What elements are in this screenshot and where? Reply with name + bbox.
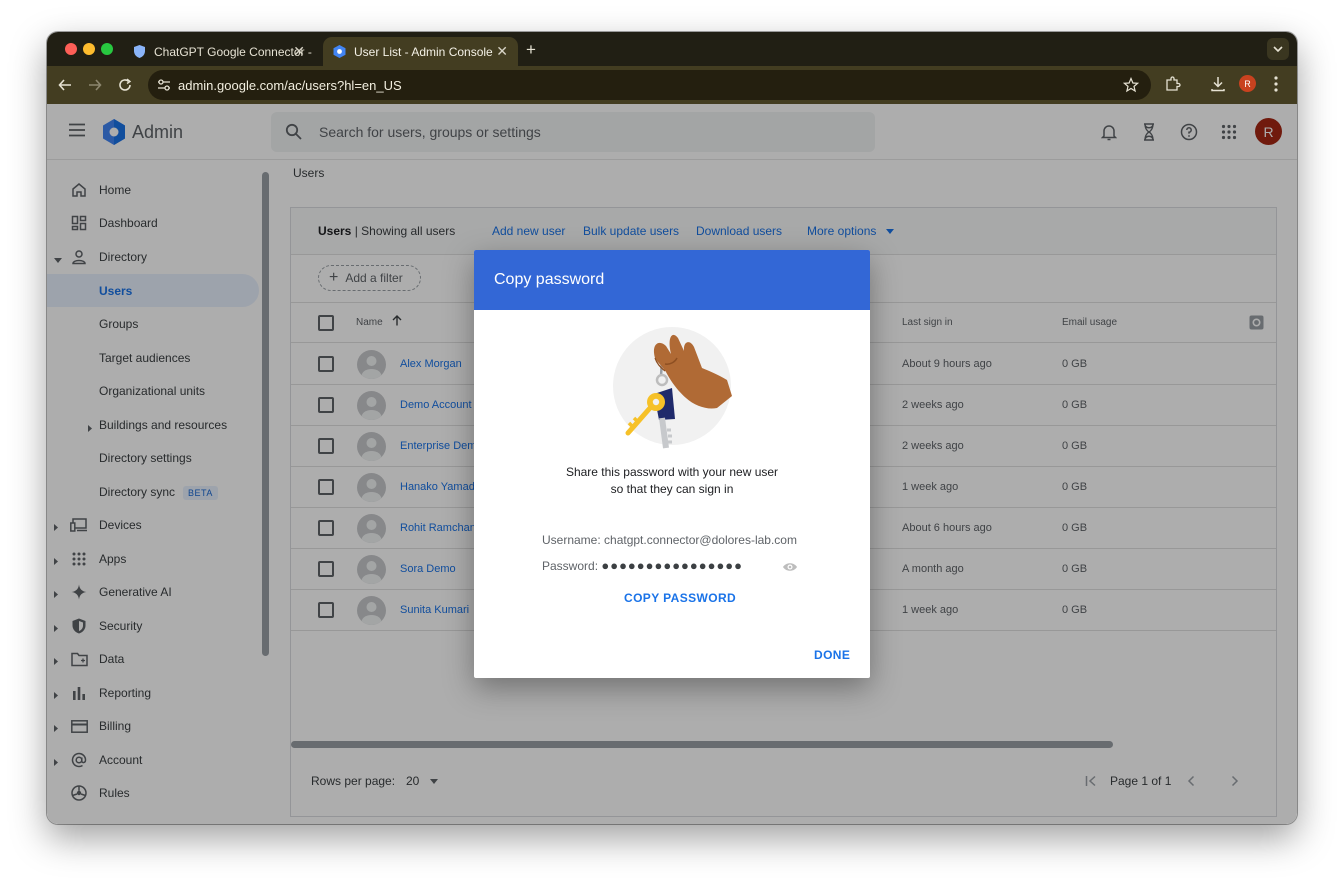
site-settings-icon[interactable]: [156, 77, 172, 98]
bookmark-star-icon[interactable]: [1122, 76, 1140, 98]
password-masked-value: ●●●●●●●●●●●●●●●●: [601, 558, 744, 573]
tab-search-button[interactable]: [1267, 38, 1289, 60]
close-window-button[interactable]: [65, 43, 77, 55]
arrow-left-icon: [58, 79, 71, 91]
url-text: admin.google.com/ac/users?hl=en_US: [178, 78, 402, 93]
username-row: Username: chatgpt.connector@dolores-lab.…: [542, 533, 797, 547]
tab-title: ChatGPT Google Connector -: [154, 44, 312, 59]
admin-logo-icon: [333, 45, 346, 58]
zoom-window-button[interactable]: [101, 43, 113, 55]
browser-window: ChatGPT Google Connector - ✕ User List -…: [47, 32, 1297, 824]
username-value: chatgpt.connector@dolores-lab.com: [604, 533, 797, 547]
copy-password-dialog: Copy password Share this password with y…: [474, 250, 870, 678]
tab-user-list[interactable]: User List - Admin Console ✕: [323, 37, 518, 66]
done-button[interactable]: DONE: [814, 648, 850, 662]
download-icon[interactable]: [1209, 75, 1227, 98]
profile-avatar[interactable]: R: [1239, 75, 1256, 92]
share-line-1: Share this password with your new user: [565, 465, 779, 479]
reload-icon: [119, 78, 132, 91]
tab-chatgpt-connector[interactable]: ChatGPT Google Connector - ✕: [123, 37, 315, 66]
shield-icon: [133, 45, 146, 58]
minimize-window-button[interactable]: [83, 43, 95, 55]
reload-button[interactable]: [115, 75, 135, 95]
share-instructions: Share this password with your new user s…: [474, 464, 870, 498]
username-label: Username:: [542, 533, 601, 547]
hand-holding-key-illustration: [613, 327, 732, 449]
copy-password-button[interactable]: COPY PASSWORD: [624, 591, 736, 605]
tab-strip: ChatGPT Google Connector - ✕ User List -…: [47, 32, 1297, 66]
show-password-eye-icon[interactable]: [782, 560, 798, 578]
share-line-2: so that they can sign in: [610, 482, 734, 496]
arrow-right-icon: [89, 79, 102, 91]
back-button[interactable]: [55, 75, 75, 95]
address-bar[interactable]: admin.google.com/ac/users?hl=en_US: [148, 70, 1151, 100]
password-row: Password: ●●●●●●●●●●●●●●●●: [542, 558, 743, 573]
close-icon[interactable]: ✕: [496, 43, 508, 60]
dialog-header: Copy password: [474, 250, 870, 310]
tab-title: User List - Admin Console: [354, 44, 493, 59]
browser-toolbar: admin.google.com/ac/users?hl=en_US R: [47, 66, 1297, 104]
new-tab-button[interactable]: +: [526, 40, 536, 60]
chevron-down-icon: [1273, 46, 1283, 52]
close-icon[interactable]: ✕: [293, 43, 305, 60]
forward-button[interactable]: [85, 75, 105, 95]
extensions-icon[interactable]: [1164, 75, 1182, 98]
browser-menu-icon[interactable]: [1273, 75, 1279, 98]
password-label: Password:: [542, 559, 599, 573]
dialog-title: Copy password: [494, 271, 605, 288]
